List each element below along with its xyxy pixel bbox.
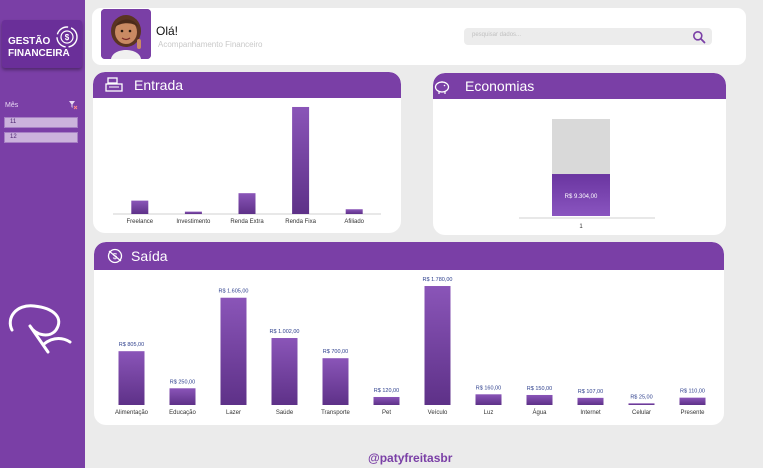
expense-bar (679, 397, 706, 405)
income-bar (238, 193, 256, 214)
app-logo: GESTÃO FINANCEIRA $ (2, 20, 82, 68)
search-icon[interactable] (692, 30, 706, 44)
income-bar (184, 211, 202, 214)
expense-category-label: Veículo (428, 410, 448, 416)
expenses-card: $ Saída R$ 805,00 Alimentação R$ 250,00 Edu… (94, 242, 724, 425)
income-category-label: Freelance (126, 219, 153, 225)
piggy-bank-icon (434, 81, 450, 94)
expense-category-label: Saúde (276, 410, 294, 416)
income-category-label: Investimento (176, 219, 211, 225)
income-bar (345, 209, 363, 214)
expense-category-label: Água (532, 409, 547, 416)
month-option-11[interactable]: 11 (4, 117, 78, 128)
savings-card-title: Economias (465, 78, 535, 94)
expense-category-label: Luz (484, 410, 494, 416)
savings-card-header: Economias (433, 73, 726, 99)
month-option-12[interactable]: 12 (4, 132, 78, 143)
expense-bar (526, 394, 553, 405)
income-bar (131, 200, 149, 214)
footer-handle: @patyfreitasbr (368, 451, 453, 465)
expense-bar (628, 403, 655, 405)
svg-text:$: $ (113, 252, 118, 261)
svg-text:$: $ (65, 33, 70, 42)
expense-value-label: R$ 150,00 (527, 386, 552, 392)
expense-value-label: R$ 805,00 (119, 342, 144, 348)
expenses-card-title: Saída (131, 248, 168, 264)
money-cycle-icon: $ (56, 26, 78, 48)
expense-category-label: Lazer (226, 410, 241, 416)
expense-category-label: Transporte (321, 410, 350, 416)
savings-value-label: R$ 9.304,00 (565, 194, 598, 200)
expense-value-label: R$ 120,00 (374, 388, 399, 394)
avatar-illustration-icon (101, 9, 151, 59)
sidebar: GESTÃO FINANCEIRA $ Mês 11 12 (0, 0, 85, 468)
expense-category-label: Alimentação (115, 410, 149, 416)
expense-category-label: Internet (580, 410, 601, 416)
expense-value-label: R$ 107,00 (578, 389, 603, 395)
clear-filter-icon[interactable] (68, 100, 78, 110)
expense-bar (169, 388, 196, 405)
income-category-label: Renda Extra (230, 219, 264, 225)
income-card-header: Entrada (93, 72, 401, 98)
expense-bar (577, 397, 604, 405)
expense-bar (118, 351, 145, 405)
page-subtitle: Acompanhamento Financeiro (158, 40, 263, 49)
header-bar: Olá! Acompanhamento Financeiro pesquisar… (92, 8, 746, 65)
expense-bar (271, 338, 298, 405)
signature-logo (8, 304, 72, 354)
expense-bar (220, 297, 247, 405)
expense-bar (424, 286, 451, 405)
income-card-title: Entrada (134, 77, 184, 93)
savings-category-label: 1 (579, 224, 583, 230)
expense-value-label: R$ 160,00 (476, 385, 501, 391)
expense-value-label: R$ 1.780,00 (423, 277, 453, 283)
income-category-label: Renda Fixa (285, 219, 316, 225)
cash-register-icon (105, 77, 123, 92)
expense-category-label: Celular (632, 410, 651, 416)
expense-value-label: R$ 110,00 (680, 389, 705, 395)
income-chart: Freelance Investimento Renda Extra Renda Fi… (113, 106, 381, 225)
expenses-card-header: $ Saída (94, 242, 724, 270)
expense-category-label: Pet (382, 410, 391, 416)
expense-value-label: R$ 1.605,00 (219, 289, 249, 295)
savings-card: Economias R$ 9.304,00 1 (433, 73, 726, 235)
expenses-chart: R$ 805,00 Alimentação R$ 250,00 Educação R$ … (115, 277, 706, 416)
income-category-label: Afiliado (344, 219, 364, 225)
expense-value-label: R$ 1.002,00 (270, 329, 300, 335)
expense-value-label: R$ 25,00 (630, 394, 652, 400)
avatar (101, 9, 151, 59)
search-input[interactable]: pesquisar dados... (464, 28, 712, 45)
expense-bar (322, 358, 349, 405)
expense-category-label: Educação (169, 410, 196, 416)
expense-bar (373, 396, 400, 405)
expense-category-label: Presente (680, 410, 705, 416)
greeting: Olá! (156, 24, 179, 38)
search-placeholder: pesquisar dados... (472, 32, 522, 38)
expense-value-label: R$ 700,00 (323, 349, 348, 355)
expense-value-label: R$ 250,00 (170, 379, 195, 385)
expense-bar (475, 394, 502, 405)
income-bar (292, 106, 310, 214)
savings-chart: R$ 9.304,00 1 (519, 119, 655, 230)
money-out-icon: $ (107, 248, 123, 264)
income-card: Entrada Freelance Investimento Renda Extra… (93, 72, 401, 233)
month-filter-label: Mês (5, 102, 19, 109)
